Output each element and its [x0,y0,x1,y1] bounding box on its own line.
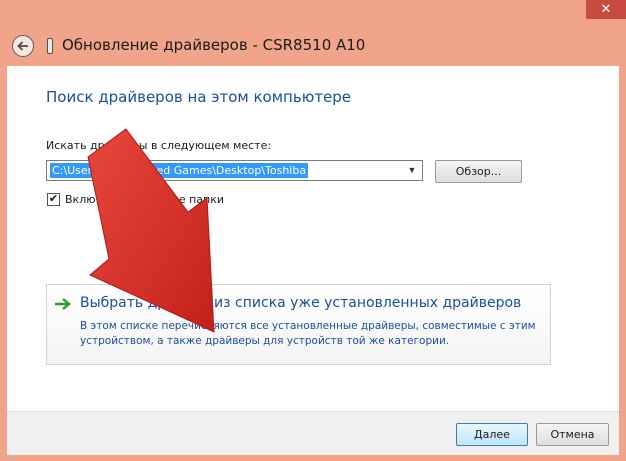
back-button[interactable] [12,35,34,57]
chevron-down-icon[interactable]: ▼ [405,163,419,178]
next-button[interactable]: Далее [456,423,528,446]
cancel-button[interactable]: Отмена [536,423,609,446]
include-subfolders-checkbox[interactable]: ✔ [47,193,60,206]
browse-button[interactable]: Обзор... [435,160,522,183]
green-arrow-icon [55,298,71,310]
search-location-label: Искать драйверы в следующем месте: [46,139,272,152]
button-bar: Далее Отмена [7,411,619,455]
window-title: Обновление драйверов - CSR8510 A10 [62,36,366,54]
close-button[interactable]: ✕ [586,0,626,19]
option-title[interactable]: Выбрать драйвер из списка уже установлен… [80,295,521,311]
include-subfolders-label[interactable]: Включая вложенные папки [65,193,224,206]
title-bar: Обновление драйверов - CSR8510 A10 [0,26,626,66]
option-description: В этом списке перечисляются все установл… [80,320,536,347]
dialog-content: Поиск драйверов на этом компьютере Искат… [7,66,619,411]
page-heading: Поиск драйверов на этом компьютере [46,88,352,106]
path-value[interactable]: C:\Users\Vitaly\Saved Games\Desktop\Tosh… [50,163,309,178]
device-icon [47,38,53,54]
path-combobox[interactable]: C:\Users\Vitaly\Saved Games\Desktop\Tosh… [46,160,423,181]
pick-driver-option[interactable]: Выбрать драйвер из списка уже установлен… [46,284,551,365]
back-arrow-icon [17,41,28,51]
